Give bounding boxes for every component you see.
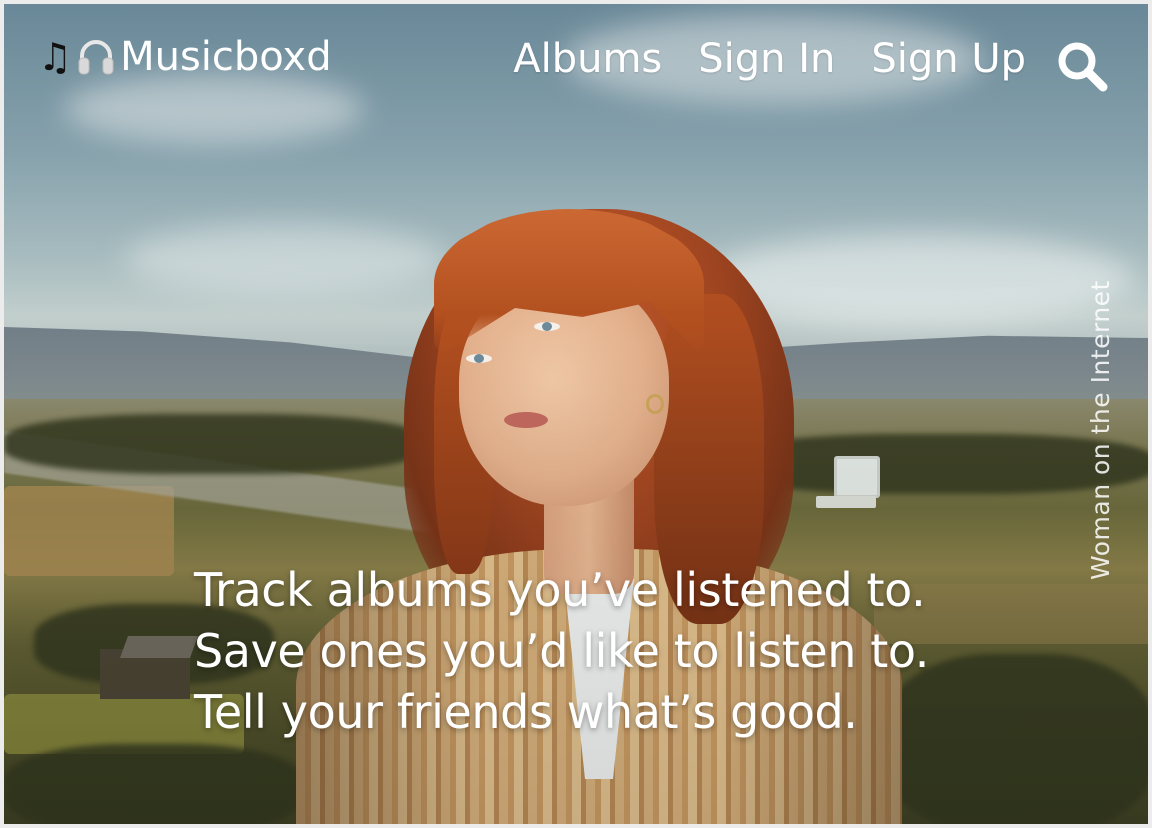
tagline-line-2: Save ones you’d like to listen to. <box>194 624 930 678</box>
headphones-icon <box>78 40 114 75</box>
page-frame: ♫ Musicboxd Albums Sign In Sign Up Woman… <box>4 4 1148 824</box>
brand-name: Musicboxd <box>120 34 332 80</box>
nav-sign-up-link[interactable]: Sign Up <box>871 36 1026 82</box>
brand-icons: ♫ <box>38 35 118 79</box>
search-icon[interactable] <box>1054 38 1110 94</box>
nav-sign-in-link[interactable]: Sign In <box>698 36 835 82</box>
tagline-line-3: Tell your friends what’s good. <box>194 685 858 739</box>
hero-tagline: Track albums you’ve listened to. Save on… <box>194 560 1054 743</box>
top-nav: ♫ Musicboxd Albums Sign In Sign Up <box>4 4 1148 114</box>
image-caption: Woman on the Internet <box>1086 280 1115 580</box>
brand-logo-link[interactable]: ♫ Musicboxd <box>38 34 332 80</box>
tagline-line-1: Track albums you’ve listened to. <box>194 563 926 617</box>
nav-links: Albums Sign In Sign Up <box>477 36 1026 82</box>
music-note-icon: ♫ <box>38 35 73 79</box>
nav-albums-link[interactable]: Albums <box>513 36 662 82</box>
